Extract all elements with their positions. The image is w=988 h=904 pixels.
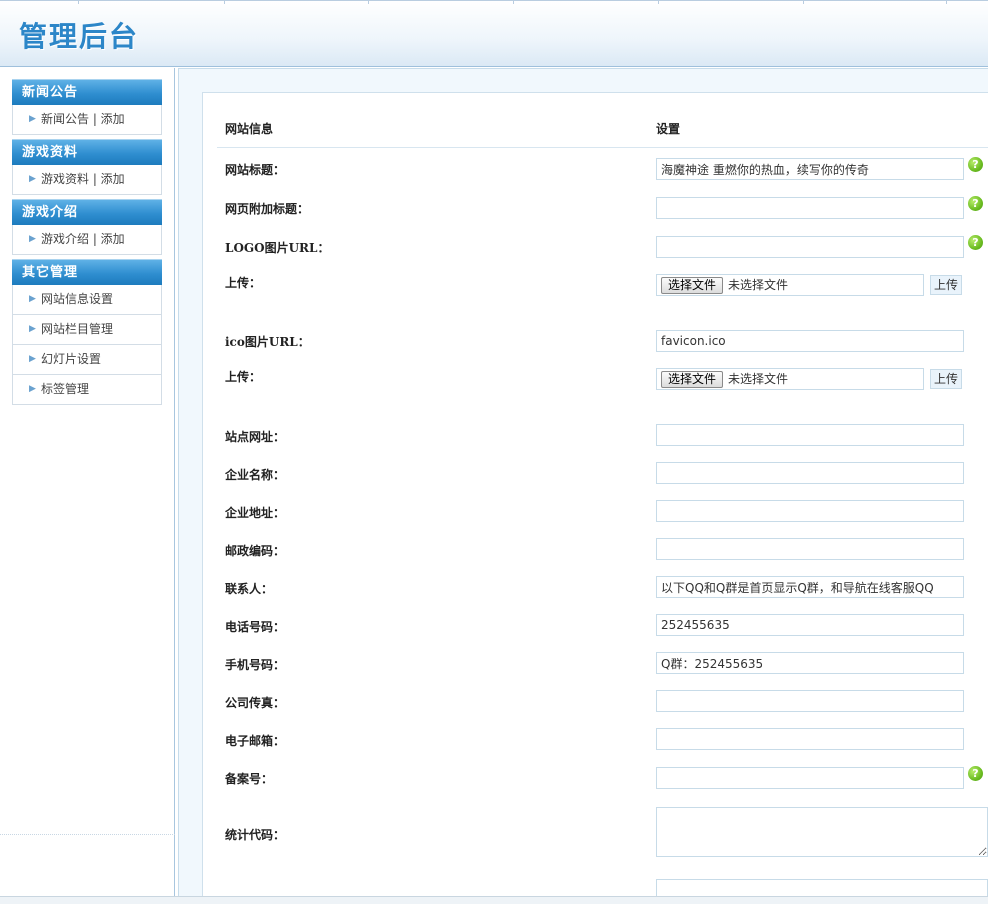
app-title: 管理后台 — [19, 20, 140, 53]
menu-head-game-intro[interactable]: 游戏介绍 — [12, 199, 162, 225]
sidebar-item-label: 网站信息设置 — [41, 292, 114, 306]
chevron-right-icon: ▶ — [29, 384, 36, 394]
stats-code-textarea[interactable] — [656, 807, 988, 857]
label-email: 电子邮箱： — [225, 734, 286, 748]
choose-file-button[interactable]: 选择文件 — [661, 277, 724, 294]
header-divider — [803, 1, 804, 4]
label-phone: 电话号码： — [225, 620, 286, 634]
company-address-input[interactable] — [656, 500, 964, 522]
icp-input[interactable] — [656, 767, 964, 789]
fax-input[interactable] — [656, 690, 964, 712]
help-icon[interactable]: ? — [968, 235, 983, 250]
chevron-right-icon: ▶ — [29, 354, 36, 364]
contact-input[interactable] — [656, 576, 964, 598]
label-postcode: 邮政编码： — [225, 544, 286, 558]
ico-url-input[interactable] — [656, 330, 964, 352]
header-divider — [658, 1, 659, 4]
sidebar-item-label: 游戏资料 | 添加 — [41, 172, 125, 186]
label-logo-url: LOGO图片URL： — [225, 241, 330, 255]
sidebar-item-label: 标签管理 — [41, 382, 90, 396]
bottom-status-bar — [0, 896, 988, 904]
divider — [217, 147, 988, 148]
label-contact: 联系人： — [225, 582, 274, 596]
label-company-address: 企业地址： — [225, 506, 286, 520]
sidebar-item-label: 幻灯片设置 — [41, 352, 102, 366]
sidebar-item-game-intro-add[interactable]: ▶ 游戏介绍 | 添加 — [12, 225, 162, 255]
label-company-name: 企业名称： — [225, 468, 286, 482]
menu-head-game-data[interactable]: 游戏资料 — [12, 139, 162, 165]
menu-group-game-intro: 游戏介绍 ▶ 游戏介绍 | 添加 — [12, 199, 162, 255]
chevron-right-icon: ▶ — [29, 234, 36, 244]
ico-file-input[interactable]: 选择文件 未选择文件 — [656, 368, 924, 390]
label-extra-title: 网页附加标题： — [225, 202, 310, 216]
header-divider — [78, 1, 79, 4]
menu-group-other: 其它管理 ▶ 网站信息设置 ▶ 网站栏目管理 ▶ 幻灯片设置 ▶ 标签管理 — [12, 259, 162, 405]
chevron-right-icon: ▶ — [29, 174, 36, 184]
header-divider — [224, 1, 225, 4]
label-mobile: 手机号码： — [225, 658, 286, 672]
label-icp: 备案号： — [225, 772, 274, 786]
file-status: 未选择文件 — [728, 278, 789, 292]
sidebar-item-label: 网站栏目管理 — [41, 322, 114, 336]
column-header-settings: 设置 — [656, 122, 681, 136]
email-input[interactable] — [656, 728, 964, 750]
sidebar-item-tags[interactable]: ▶ 标签管理 — [12, 375, 162, 405]
label-site-title: 网站标题： — [225, 163, 286, 177]
label-ico-upload: 上传： — [225, 370, 262, 384]
choose-file-button[interactable]: 选择文件 — [661, 371, 724, 388]
sidebar-divider — [0, 834, 175, 835]
label-fax: 公司传真： — [225, 696, 286, 710]
column-header-site-info: 网站信息 — [225, 122, 274, 136]
label-logo-upload: 上传： — [225, 276, 262, 290]
label-ico-url: ico图片URL： — [225, 335, 310, 349]
logo-url-input[interactable] — [656, 236, 964, 258]
menu-group-news: 新闻公告 ▶ 新闻公告 | 添加 — [12, 79, 162, 135]
header-divider — [946, 1, 947, 4]
file-status: 未选择文件 — [728, 372, 789, 386]
top-header: 管理后台 — [0, 0, 988, 67]
logo-upload-button[interactable]: 上传 — [930, 275, 962, 295]
company-name-input[interactable] — [656, 462, 964, 484]
sidebar-item-news-add[interactable]: ▶ 新闻公告 | 添加 — [12, 105, 162, 135]
chevron-right-icon: ▶ — [29, 114, 36, 124]
postcode-input[interactable] — [656, 538, 964, 560]
phone-input[interactable] — [656, 614, 964, 636]
chevron-right-icon: ▶ — [29, 324, 36, 334]
menu-group-game-data: 游戏资料 ▶ 游戏资料 | 添加 — [12, 139, 162, 195]
logo-file-input[interactable]: 选择文件 未选择文件 — [656, 274, 924, 296]
sidebar-item-game-data-add[interactable]: ▶ 游戏资料 | 添加 — [12, 165, 162, 195]
sidebar-item-column-management[interactable]: ▶ 网站栏目管理 — [12, 315, 162, 345]
help-icon[interactable]: ? — [968, 157, 983, 172]
help-icon[interactable]: ? — [968, 196, 983, 211]
menu-head-other[interactable]: 其它管理 — [12, 259, 162, 285]
next-textarea[interactable] — [656, 879, 988, 896]
site-title-input[interactable] — [656, 158, 964, 180]
sidebar-item-site-settings[interactable]: ▶ 网站信息设置 — [12, 285, 162, 315]
help-icon[interactable]: ? — [968, 766, 983, 781]
header-divider — [368, 1, 369, 4]
mobile-input[interactable] — [656, 652, 964, 674]
sidebar-item-slideshow[interactable]: ▶ 幻灯片设置 — [12, 345, 162, 375]
chevron-right-icon: ▶ — [29, 294, 36, 304]
header-divider — [513, 1, 514, 4]
site-url-input[interactable] — [656, 424, 964, 446]
label-site-url: 站点网址： — [225, 430, 286, 444]
label-stats-code: 统计代码： — [225, 828, 286, 842]
sidebar-item-label: 新闻公告 | 添加 — [41, 112, 125, 126]
menu-head-news[interactable]: 新闻公告 — [12, 79, 162, 105]
ico-upload-button[interactable]: 上传 — [930, 369, 962, 389]
extra-title-input[interactable] — [656, 197, 964, 219]
sidebar-item-label: 游戏介绍 | 添加 — [41, 232, 125, 246]
